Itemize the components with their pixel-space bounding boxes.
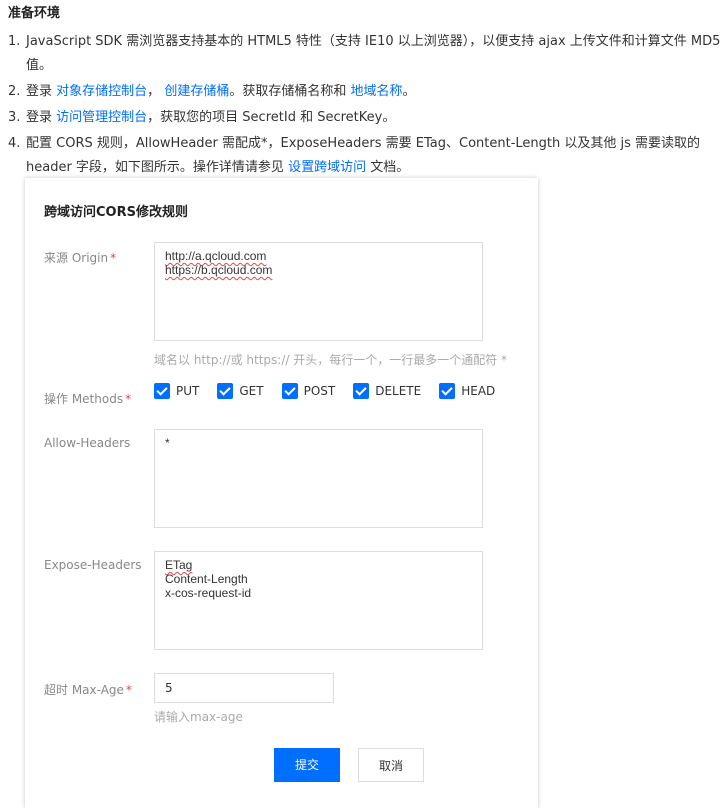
step-text-suffix: 文档。 bbox=[370, 160, 410, 175]
step-text-mid: 。获取存储桶名称和 bbox=[229, 84, 347, 99]
region-name-link[interactable]: 地域名称 bbox=[351, 84, 403, 99]
methods-checkbox-group: PUT GET POST DELETE HEAD bbox=[154, 383, 495, 399]
step-2: 2. 登录 对象存储控制台， 创建存储桶。获取存储桶名称和 地域名称。 bbox=[8, 80, 724, 104]
origin-line: https://b.qcloud.com bbox=[165, 263, 472, 277]
method-head-option[interactable]: HEAD bbox=[439, 383, 495, 399]
create-bucket-link[interactable]: 创建存储桶 bbox=[164, 84, 229, 99]
expose-header-line: ETag bbox=[165, 558, 472, 572]
required-mark: * bbox=[125, 683, 132, 697]
origin-line-text: http://a.qcloud.com bbox=[165, 249, 267, 263]
method-get-option[interactable]: GET bbox=[217, 383, 264, 399]
expose-header-line: Content-Length bbox=[165, 572, 248, 586]
step-text-suffix: ，获取您的项目 SecretId 和 SecretKey。 bbox=[147, 110, 396, 125]
step-number: 4. bbox=[8, 136, 21, 151]
step-text-sep: ， bbox=[147, 84, 161, 99]
submit-button[interactable]: 提交 bbox=[274, 748, 340, 782]
checkbox-checked-icon[interactable] bbox=[281, 383, 298, 399]
expose-header-line-text: ETag bbox=[165, 558, 193, 572]
method-label: GET bbox=[239, 384, 264, 398]
expose-headers-label: Expose-Headers bbox=[44, 558, 142, 572]
method-label: POST bbox=[303, 384, 336, 398]
checkbox-checked-icon[interactable] bbox=[353, 383, 370, 399]
max-age-input[interactable]: 5 bbox=[154, 673, 334, 703]
methods-label: 操作 Methods * bbox=[44, 390, 131, 407]
required-mark: * bbox=[110, 251, 117, 265]
allow-headers-value: * bbox=[165, 436, 170, 450]
required-mark: * bbox=[125, 392, 132, 406]
cancel-button[interactable]: 取消 bbox=[358, 748, 424, 782]
step-number: 2. bbox=[8, 84, 21, 99]
checkbox-checked-icon[interactable] bbox=[154, 383, 170, 399]
max-age-label-text: 超时 Max-Age bbox=[44, 683, 124, 697]
origin-line: http://a.qcloud.com bbox=[165, 249, 472, 263]
dialog-title: 跨域访问CORS修改规则 bbox=[44, 205, 188, 220]
step-3: 3. 登录 访问管理控制台，获取您的项目 SecretId 和 SecretKe… bbox=[8, 106, 724, 130]
checkbox-checked-icon[interactable] bbox=[439, 383, 456, 399]
steps-list: 1. JavaScript SDK 需浏览器支持基本的 HTML5 特性（支持 … bbox=[8, 30, 724, 182]
origin-line-text: https://b.qcloud.com bbox=[165, 263, 273, 277]
max-age-label: 超时 Max-Age * bbox=[44, 681, 132, 698]
step-number: 3. bbox=[8, 110, 21, 125]
origin-label-text: 来源 Origin bbox=[44, 251, 109, 265]
methods-label-text: 操作 Methods bbox=[44, 392, 124, 406]
allow-headers-textarea[interactable]: * bbox=[154, 429, 483, 528]
step-text-prefix: 登录 bbox=[26, 84, 53, 99]
cors-rule-dialog: 跨域访问CORS修改规则 来源 Origin * http://a.qcloud.… bbox=[25, 178, 538, 808]
method-label: PUT bbox=[176, 384, 200, 398]
step-4: 4. 配置 CORS 规则，AllowHeader 需配成*，ExposeHea… bbox=[8, 132, 724, 180]
step-text: JavaScript SDK 需浏览器支持基本的 HTML5 特性（支持 IE1… bbox=[26, 34, 721, 73]
checkbox-checked-icon[interactable] bbox=[217, 383, 234, 399]
method-put-option[interactable]: PUT bbox=[154, 383, 199, 399]
method-post-option[interactable]: POST bbox=[281, 383, 336, 399]
origin-hint: 域名以 http://或 https:// 开头，每行一个，一行最多一个通配符 … bbox=[154, 353, 508, 367]
method-delete-option[interactable]: DELETE bbox=[353, 383, 421, 399]
step-1: 1. JavaScript SDK 需浏览器支持基本的 HTML5 特性（支持 … bbox=[8, 30, 724, 78]
cam-console-link[interactable]: 访问管理控制台 bbox=[56, 110, 147, 125]
method-label: DELETE bbox=[375, 384, 422, 398]
cors-setting-link[interactable]: 设置跨域访问 bbox=[288, 160, 366, 175]
step-number: 1. bbox=[8, 34, 21, 49]
cos-console-link[interactable]: 对象存储控制台 bbox=[56, 84, 147, 99]
step-text-prefix: 登录 bbox=[26, 110, 53, 125]
expose-header-line: x-cos-request-id bbox=[165, 586, 252, 600]
section-title: 准备环境 bbox=[8, 6, 61, 21]
origin-label: 来源 Origin * bbox=[44, 249, 116, 266]
max-age-hint: 请输入max-age bbox=[154, 710, 243, 724]
expose-headers-textarea[interactable]: ETag Content-Length x-cos-request-id bbox=[154, 551, 483, 650]
origin-textarea[interactable]: http://a.qcloud.com https://b.qcloud.com bbox=[154, 242, 483, 341]
method-label: HEAD bbox=[461, 384, 496, 398]
step-text-suffix: 。 bbox=[402, 84, 416, 99]
allow-headers-label: Allow-Headers bbox=[44, 436, 131, 450]
